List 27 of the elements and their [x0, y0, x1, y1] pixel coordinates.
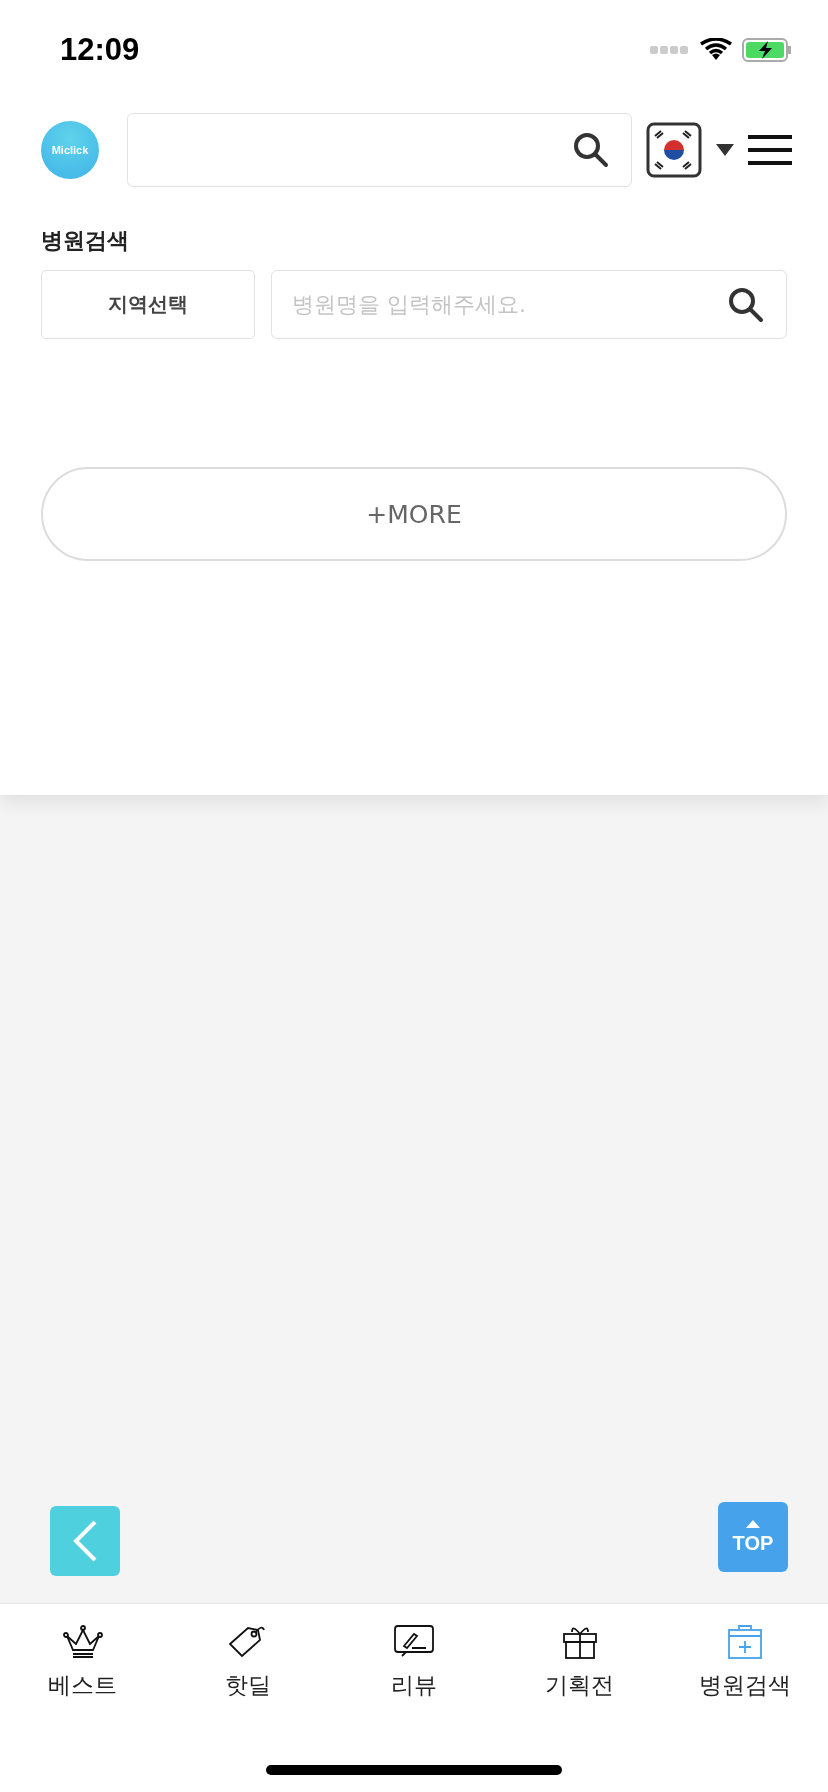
wifi-icon — [700, 38, 732, 62]
region-select-button[interactable]: 지역선택 — [41, 270, 255, 339]
top-label: TOP — [732, 1531, 774, 1555]
menu-icon[interactable] — [748, 134, 792, 166]
signal-icon — [650, 45, 690, 55]
tab-bar-item[interactable]: 핫딜 — [165, 1622, 332, 1701]
dropdown-caret-icon[interactable] — [716, 144, 734, 156]
search-icon[interactable] — [727, 285, 765, 324]
search-icon[interactable] — [572, 131, 610, 169]
tab-bar-item[interactable]: 병원검색 — [662, 1622, 828, 1701]
tab-bar-item[interactable]: 베스트 — [0, 1622, 166, 1701]
tab-bar-item[interactable]: 리뷰 — [331, 1622, 497, 1701]
caret-up-icon — [746, 1519, 760, 1528]
tab-label: 리뷰 — [391, 1671, 437, 1700]
status-time: 12:09 — [60, 32, 140, 68]
tab-label: 병원검색 — [699, 1671, 792, 1700]
chevron-left-icon — [71, 1519, 99, 1563]
tab-label: 핫딜 — [225, 1671, 272, 1700]
section-title: 병원검색 — [41, 227, 130, 255]
tab-label: 베스트 — [48, 1671, 118, 1700]
battery-icon — [742, 38, 792, 62]
tab-label: 기획전 — [545, 1671, 615, 1700]
more-button[interactable]: +MORE — [41, 467, 787, 561]
tab-bar-item[interactable]: 기획전 — [496, 1622, 663, 1701]
flag-icon[interactable] — [646, 122, 702, 178]
search-field[interactable] — [127, 113, 632, 187]
hospital-search-field[interactable]: 병원명을 입력해주세요. — [271, 270, 787, 339]
